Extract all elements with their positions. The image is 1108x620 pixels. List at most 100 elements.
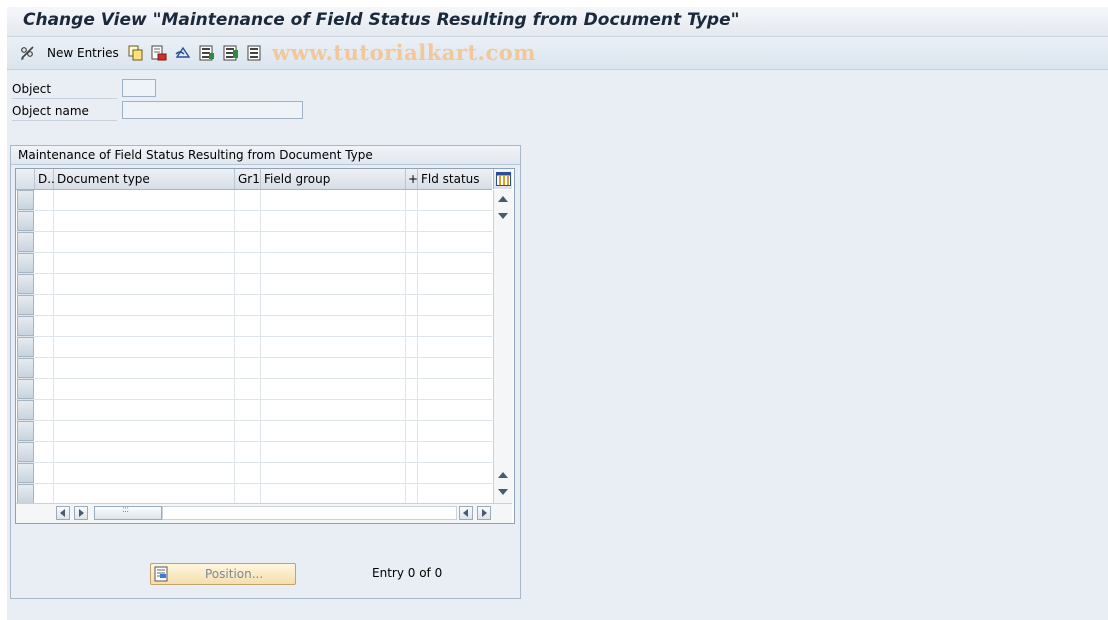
- table-cell[interactable]: [406, 274, 418, 295]
- row-selector[interactable]: [17, 253, 34, 273]
- table-cell[interactable]: [261, 274, 406, 295]
- table-cell[interactable]: [35, 274, 54, 295]
- table-cell[interactable]: [235, 463, 261, 484]
- column-header-plus[interactable]: +: [406, 169, 418, 189]
- horizontal-scroll-track[interactable]: [162, 506, 457, 520]
- table-cell[interactable]: [35, 379, 54, 400]
- table-cell[interactable]: [35, 421, 54, 442]
- object-input[interactable]: [122, 79, 156, 97]
- table-cell[interactable]: [406, 379, 418, 400]
- row-selector[interactable]: [17, 295, 34, 315]
- table-cell[interactable]: [261, 484, 406, 505]
- column-header-field-group[interactable]: Field group: [261, 169, 406, 189]
- pencil-glasses-icon[interactable]: [19, 45, 37, 61]
- select-block-icon[interactable]: [223, 45, 239, 61]
- table-cell[interactable]: [35, 484, 54, 505]
- table-cell[interactable]: [406, 316, 418, 337]
- table-cell[interactable]: [418, 442, 492, 463]
- table-cell[interactable]: [406, 211, 418, 232]
- table-cell[interactable]: [54, 379, 235, 400]
- select-all-rows-header[interactable]: [16, 169, 35, 189]
- table-cell[interactable]: [35, 316, 54, 337]
- table-cell[interactable]: [406, 400, 418, 421]
- table-cell[interactable]: [54, 463, 235, 484]
- delete-icon[interactable]: [151, 45, 167, 61]
- table-cell[interactable]: [406, 190, 418, 211]
- row-selector[interactable]: [17, 379, 34, 399]
- row-selector[interactable]: [17, 421, 34, 441]
- table-cell[interactable]: [235, 295, 261, 316]
- table-cell[interactable]: [261, 211, 406, 232]
- vertical-scrollbar[interactable]: [493, 190, 513, 503]
- table-cell[interactable]: [418, 379, 492, 400]
- table-cell[interactable]: [406, 463, 418, 484]
- table-cell[interactable]: [35, 211, 54, 232]
- table-cell[interactable]: [261, 295, 406, 316]
- table-cell[interactable]: [406, 442, 418, 463]
- scroll-right-end-button[interactable]: [477, 506, 491, 520]
- row-selector[interactable]: [17, 337, 34, 357]
- table-cell[interactable]: [261, 379, 406, 400]
- table-cell[interactable]: [261, 463, 406, 484]
- table-cell[interactable]: [235, 358, 261, 379]
- table-cell[interactable]: [54, 484, 235, 505]
- scroll-line-up-icon[interactable]: [498, 472, 508, 478]
- row-selector[interactable]: [17, 400, 34, 420]
- scroll-line-down-icon[interactable]: [498, 213, 508, 219]
- table-cell[interactable]: [54, 337, 235, 358]
- table-cell[interactable]: [418, 253, 492, 274]
- row-selector[interactable]: [17, 442, 34, 462]
- table-cell[interactable]: [54, 316, 235, 337]
- row-selector[interactable]: [17, 211, 34, 231]
- table-cell[interactable]: [418, 358, 492, 379]
- table-cell[interactable]: [261, 232, 406, 253]
- row-selector[interactable]: [17, 232, 34, 252]
- scroll-page-up-icon[interactable]: [498, 196, 508, 202]
- table-cell[interactable]: [235, 442, 261, 463]
- table-cell[interactable]: [418, 295, 492, 316]
- table-cell[interactable]: [35, 190, 54, 211]
- table-cell[interactable]: [406, 484, 418, 505]
- row-selector[interactable]: [17, 274, 34, 294]
- table-cell[interactable]: [418, 400, 492, 421]
- table-cell[interactable]: [406, 358, 418, 379]
- table-cell[interactable]: [406, 295, 418, 316]
- undo-icon[interactable]: [174, 45, 192, 61]
- table-cell[interactable]: [418, 337, 492, 358]
- table-cell[interactable]: [35, 295, 54, 316]
- horizontal-scrollbar[interactable]: :::: [16, 503, 512, 523]
- position-button[interactable]: Position...: [150, 563, 296, 585]
- scroll-page-down-icon[interactable]: [498, 489, 508, 495]
- row-selector[interactable]: [17, 190, 34, 210]
- deselect-all-icon[interactable]: [247, 45, 263, 61]
- table-cell[interactable]: [261, 253, 406, 274]
- table-cell[interactable]: [35, 232, 54, 253]
- column-header-d[interactable]: D..: [35, 169, 55, 189]
- table-cell[interactable]: [235, 211, 261, 232]
- table-cell[interactable]: [406, 253, 418, 274]
- table-cell[interactable]: [35, 253, 54, 274]
- row-selector[interactable]: [17, 484, 34, 504]
- table-cell[interactable]: [418, 232, 492, 253]
- select-all-icon[interactable]: [199, 45, 215, 61]
- object-name-input[interactable]: [122, 101, 303, 119]
- scroll-right-button[interactable]: [74, 506, 88, 520]
- table-cell[interactable]: [261, 400, 406, 421]
- column-header-gr1[interactable]: Gr1: [235, 169, 261, 189]
- table-cell[interactable]: [235, 484, 261, 505]
- table-cell[interactable]: [54, 232, 235, 253]
- table-cell[interactable]: [235, 253, 261, 274]
- table-cell[interactable]: [235, 379, 261, 400]
- table-cell[interactable]: [418, 316, 492, 337]
- new-entries-button[interactable]: New Entries: [47, 46, 119, 60]
- row-selector[interactable]: [17, 463, 34, 483]
- table-cell[interactable]: [54, 211, 235, 232]
- horizontal-scroll-thumb[interactable]: :::: [94, 505, 162, 520]
- table-cell[interactable]: [54, 253, 235, 274]
- table-cell[interactable]: [35, 337, 54, 358]
- table-cell[interactable]: [54, 400, 235, 421]
- table-cell[interactable]: [54, 295, 235, 316]
- table-cell[interactable]: [235, 421, 261, 442]
- table-cell[interactable]: [54, 442, 235, 463]
- scroll-left-end-button[interactable]: [459, 506, 473, 520]
